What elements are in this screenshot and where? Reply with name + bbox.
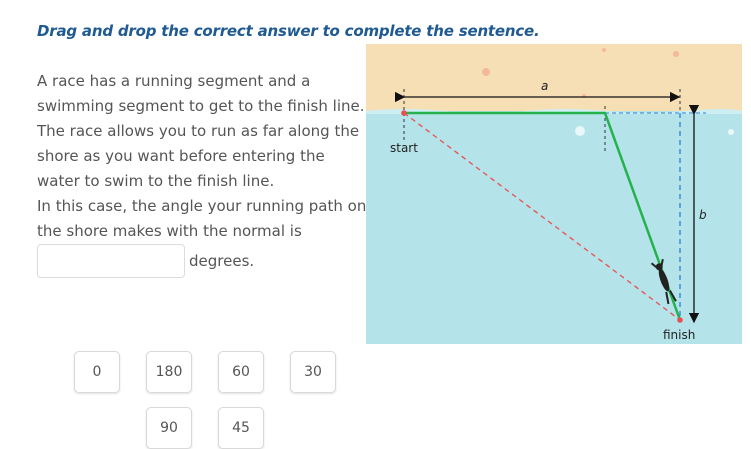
question-text: A race has a running segment and a swimm… <box>37 69 367 244</box>
answer-tile-60[interactable]: 60 <box>218 351 264 393</box>
answer-row: degrees. <box>37 243 254 279</box>
answer-tile-180[interactable]: 180 <box>146 351 192 393</box>
race-diagram: a b start finish <box>366 44 742 344</box>
label-a: a <box>541 79 548 93</box>
answer-tile-45[interactable]: 45 <box>218 407 264 449</box>
question-paragraph-2: In this case, the angle your running pat… <box>37 197 367 240</box>
label-b: b <box>699 208 707 222</box>
finish-point <box>677 317 683 323</box>
label-start: start <box>390 141 418 155</box>
sand-pebble <box>482 68 490 76</box>
answer-tile-90[interactable]: 90 <box>146 407 192 449</box>
sand-region <box>366 44 742 111</box>
answer-drop-zone[interactable] <box>37 244 185 278</box>
water-bubble <box>575 126 585 136</box>
answer-tile-30[interactable]: 30 <box>290 351 336 393</box>
sand-pebble <box>602 48 606 52</box>
sand-pebble <box>673 51 679 57</box>
question-paragraph-1: A race has a running segment and a swimm… <box>37 72 365 190</box>
water-bubble <box>728 129 734 135</box>
start-point <box>401 110 407 116</box>
answer-tile-0[interactable]: 0 <box>74 351 120 393</box>
unit-text: degrees. <box>189 252 255 270</box>
instruction-heading: Drag and drop the correct answer to comp… <box>37 22 540 40</box>
label-finish: finish <box>663 328 695 342</box>
water-region <box>366 111 742 344</box>
